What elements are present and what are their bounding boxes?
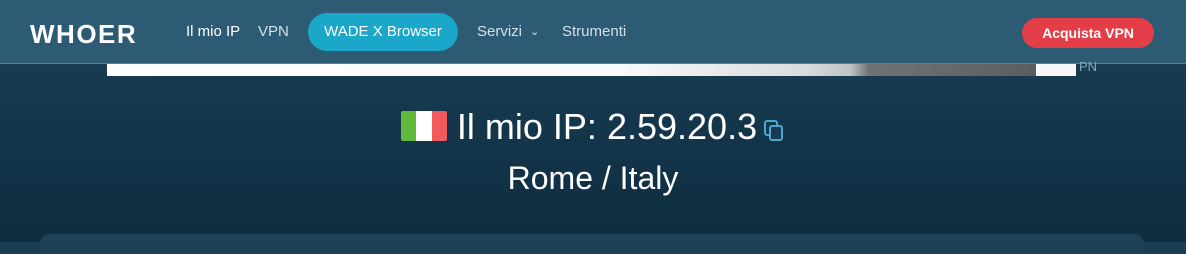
nav-link-il-mio-ip[interactable]: Il mio IP [186, 22, 240, 42]
my-ip-label: Il mio IP: [456, 106, 597, 147]
top-navbar: WHOER Il mio IP VPN WADE X Browser Servi… [0, 0, 1186, 64]
wade-x-browser-button[interactable]: WADE X Browser [308, 13, 458, 51]
nav-link-strumenti[interactable]: Strumenti [562, 22, 626, 42]
content-card [40, 234, 1144, 254]
chevron-down-icon: ⌄ [530, 26, 540, 38]
acquista-vpn-button[interactable]: Acquista VPN [1022, 18, 1154, 48]
ad-banner[interactable] [107, 64, 1036, 76]
italy-flag-icon [400, 111, 447, 141]
my-ip-heading: Il mio IP: 2.59.20.3 [0, 103, 1186, 151]
nav-link-vpn[interactable]: VPN [258, 22, 289, 42]
ad-banner-edge [1036, 64, 1076, 76]
location-text: Rome / Italy [507, 160, 679, 196]
copy-icon[interactable] [763, 107, 785, 141]
banner-overflow-text: PN [1079, 59, 1098, 74]
nav-link-servizi[interactable]: Servizi ⌄ [477, 22, 539, 42]
nav-link-servizi-label: Servizi [477, 23, 523, 40]
ip-address: 2.59.20.3 [606, 106, 758, 147]
whoer-logo[interactable]: WHOER [30, 20, 137, 48]
